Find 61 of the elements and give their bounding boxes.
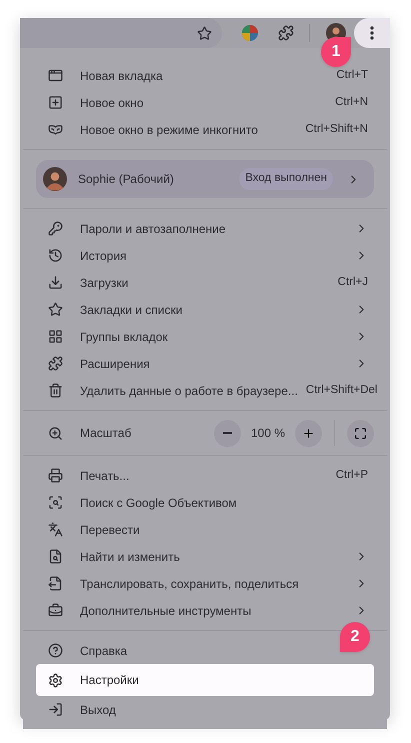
- puzzle-icon: [48, 356, 63, 371]
- avatar-icon: [43, 167, 67, 191]
- menu-item-label: Настройки: [80, 672, 139, 689]
- lens-icon: [48, 495, 63, 510]
- shortcut-label: Ctrl+Shift+N: [304, 122, 368, 137]
- shortcut-label: Ctrl+P: [334, 468, 368, 483]
- menu-item-label: Печать...: [80, 468, 130, 484]
- menu-icon: [370, 26, 374, 40]
- menu-item-label: История: [80, 248, 127, 264]
- incognito-icon: [48, 122, 63, 137]
- history-icon: [48, 248, 63, 263]
- menu-item-label: Новое окно в режиме инкогнито: [80, 122, 258, 138]
- menu-item-label: Группы вкладок: [80, 328, 168, 346]
- plus-icon: [302, 426, 315, 440]
- menu-item-label: Найти и изменить: [80, 548, 180, 566]
- shortcut-label: Ctrl+T: [335, 68, 368, 83]
- download-icon: [48, 275, 63, 290]
- translate-icon: [48, 522, 63, 537]
- menu-item-label: Выход: [80, 702, 116, 718]
- bookmark-star-icon: [197, 26, 212, 40]
- menu-item-label: Расширения: [80, 356, 150, 372]
- extensions-icon[interactable]: [278, 25, 294, 41]
- key-icon: [48, 221, 63, 236]
- find-icon: [48, 549, 63, 564]
- menu-item-label: Удалить данные о работе в браузере...: [80, 382, 298, 400]
- menu-button[interactable]: [354, 18, 390, 48]
- help-icon: [48, 643, 63, 658]
- menu-item-label: Новая вкладка: [80, 68, 163, 84]
- settings-icon: [48, 672, 63, 688]
- menu-item-label: Пароли и автозаполнение: [80, 220, 226, 238]
- menu-item-label: Поиск с Google Объективом: [80, 494, 237, 512]
- toolbox-icon: [48, 603, 63, 618]
- zoom-level: 100 %: [250, 425, 286, 442]
- tab-icon: [48, 68, 63, 83]
- profile-name: Sophie (Рабочий): [78, 171, 174, 188]
- fullscreen-icon: [354, 426, 367, 440]
- zoom-icon: [48, 426, 63, 440]
- menu-item[interactable]: Настройки: [36, 664, 374, 696]
- zoom-in-button[interactable]: [295, 420, 322, 446]
- menu-item-label: Транслировать, сохранить, поделиться: [80, 576, 299, 592]
- trash-icon: [48, 383, 63, 398]
- menu-item-label: Загрузки: [80, 274, 128, 292]
- profile-item[interactable]: Sophie (Рабочий) Вход выполнен: [36, 160, 374, 198]
- menu-item-label: Перевести: [80, 522, 140, 538]
- minus-icon: [223, 432, 232, 434]
- signed-in-status: Вход выполнен: [239, 168, 333, 190]
- menu-item-label: Закладки и списки: [80, 302, 182, 318]
- share-icon: [48, 576, 63, 591]
- menu-item-label: Справка: [80, 642, 128, 660]
- star-icon: [48, 302, 63, 317]
- shortcut-label: Ctrl+N: [334, 94, 368, 110]
- exit-icon: [48, 702, 63, 717]
- printer-icon: [48, 468, 63, 483]
- fullscreen-button[interactable]: [347, 420, 374, 446]
- menu-item-label: Новое окно: [80, 94, 144, 112]
- shortcut-label: Ctrl+J: [336, 274, 368, 290]
- zoom-out-button[interactable]: [214, 420, 241, 446]
- grid-icon: [48, 329, 63, 344]
- new-window-icon: [48, 95, 63, 110]
- menu-item-label: Дополнительные инструменты: [80, 602, 252, 620]
- menu-item-label: Масштаб: [80, 425, 132, 442]
